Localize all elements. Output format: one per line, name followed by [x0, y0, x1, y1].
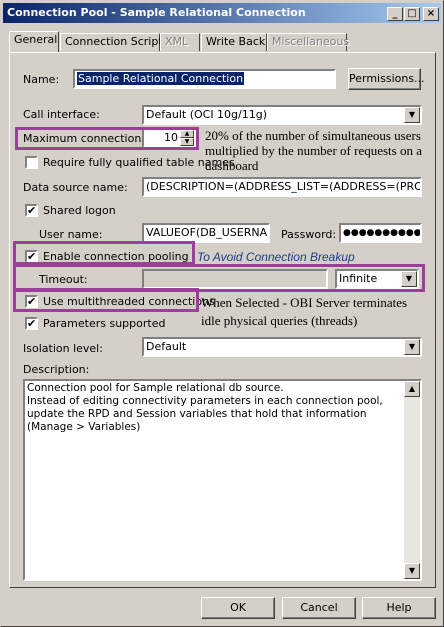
enable-pooling-checkbox[interactable]: ✔ [25, 250, 38, 263]
scroll-down-icon[interactable]: ▼ [404, 563, 420, 579]
password-input[interactable]: ●●●●●●●●●● [339, 223, 422, 243]
user-name-input[interactable]: VALUEOF(DB_USERNAI [142, 223, 270, 243]
tab-connection-scripts[interactable]: Connection Scripts [60, 33, 168, 51]
description-textarea[interactable]: Connection pool for Sample relational db… [23, 379, 422, 581]
window-title: Connection Pool - Sample Relational Conn… [7, 6, 306, 19]
password-value: ●●●●●●●●●● [343, 228, 422, 238]
shared-logon-label: Shared logon [43, 204, 116, 217]
timeout-label: Timeout: [39, 273, 88, 286]
max-connections-input[interactable]: 10 ▲ ▼ [142, 128, 196, 148]
max-connections-label: Maximum connections: [23, 132, 151, 145]
max-connections-value: 10 [164, 131, 178, 144]
isolation-value: Default [146, 340, 187, 353]
data-source-label: Data source name: [23, 181, 128, 194]
timeout-unit-select[interactable]: Infinite ▼ [335, 269, 419, 289]
multithreaded-label: Use multithreaded connections [43, 295, 215, 308]
multithreaded-note-1: When Selected - OBI Server terminates [201, 295, 408, 310]
tab-write-back[interactable]: Write Back [201, 33, 267, 51]
name-label: Name: [23, 73, 60, 86]
password-label: Password: [281, 228, 337, 241]
data-source-value: (DESCRIPTION=(ADDRESS_LIST=(ADDRESS=(PRO… [146, 180, 422, 193]
description-line-2: Instead of editing connectivity paramete… [27, 395, 383, 433]
help-button[interactable]: Help [362, 597, 436, 619]
ok-button[interactable]: OK [201, 597, 275, 619]
connection-pool-dialog: Connection Pool - Sample Relational Conn… [0, 0, 444, 627]
user-name-label: User name: [39, 228, 103, 241]
minimize-button[interactable]: _ [387, 7, 403, 21]
name-input[interactable]: Sample Relational Connection [73, 69, 336, 89]
dropdown-arrow-icon[interactable]: ▼ [404, 339, 420, 355]
maximize-button[interactable]: □ [404, 7, 420, 21]
multithreaded-note-2: idle physical queries (threads) [201, 313, 358, 328]
tab-miscellaneous[interactable]: Miscellaneous [267, 33, 349, 51]
isolation-label: Isolation level: [23, 342, 103, 355]
shared-logon-checkbox[interactable]: ✔ [25, 204, 38, 217]
call-interface-select[interactable]: Default (OCI 10g/11g) ▼ [142, 105, 422, 125]
description-scrollbar[interactable]: ▲ ▼ [404, 381, 420, 579]
spin-down-icon[interactable]: ▼ [180, 138, 194, 146]
close-button[interactable]: × [423, 7, 439, 21]
params-supported-checkbox[interactable]: ✔ [25, 317, 38, 330]
dropdown-arrow-icon[interactable]: ▼ [404, 107, 420, 123]
call-interface-label: Call interface: [23, 108, 100, 121]
description-line-1: Connection pool for Sample relational db… [27, 382, 284, 394]
params-supported-label: Parameters supported [43, 317, 166, 330]
pooling-note: To Avoid Connection Breakup [197, 250, 355, 264]
user-name-value: VALUEOF(DB_USERNAI [146, 226, 270, 239]
description-label: Description: [23, 363, 90, 376]
require-qualified-label: Require fully qualified table names [43, 156, 235, 169]
timeout-input[interactable] [142, 269, 328, 289]
data-source-input[interactable]: (DESCRIPTION=(ADDRESS_LIST=(ADDRESS=(PRO… [142, 177, 422, 197]
max-connections-note-2: multiplied by the number of requests on … [205, 143, 422, 158]
timeout-unit-value: Infinite [339, 272, 378, 285]
tab-general[interactable]: General [9, 31, 59, 52]
title-bar: Connection Pool - Sample Relational Conn… [3, 3, 441, 23]
call-interface-value: Default (OCI 10g/11g) [146, 108, 268, 121]
multithreaded-checkbox[interactable]: ✔ [25, 295, 38, 308]
dropdown-arrow-icon[interactable]: ▼ [401, 271, 417, 287]
isolation-select[interactable]: Default ▼ [142, 337, 422, 357]
permissions-button[interactable]: Permissions... [348, 68, 425, 90]
require-qualified-checkbox[interactable] [25, 156, 38, 169]
max-connections-note-1: 20% of the number of simultaneous users [205, 128, 421, 143]
name-value: Sample Relational Connection [77, 72, 245, 85]
scroll-up-icon[interactable]: ▲ [404, 381, 420, 397]
spin-up-icon[interactable]: ▲ [180, 130, 194, 138]
tab-xml[interactable]: XML [160, 33, 200, 51]
cancel-button[interactable]: Cancel [282, 597, 356, 619]
enable-pooling-label: Enable connection pooling [43, 250, 189, 263]
